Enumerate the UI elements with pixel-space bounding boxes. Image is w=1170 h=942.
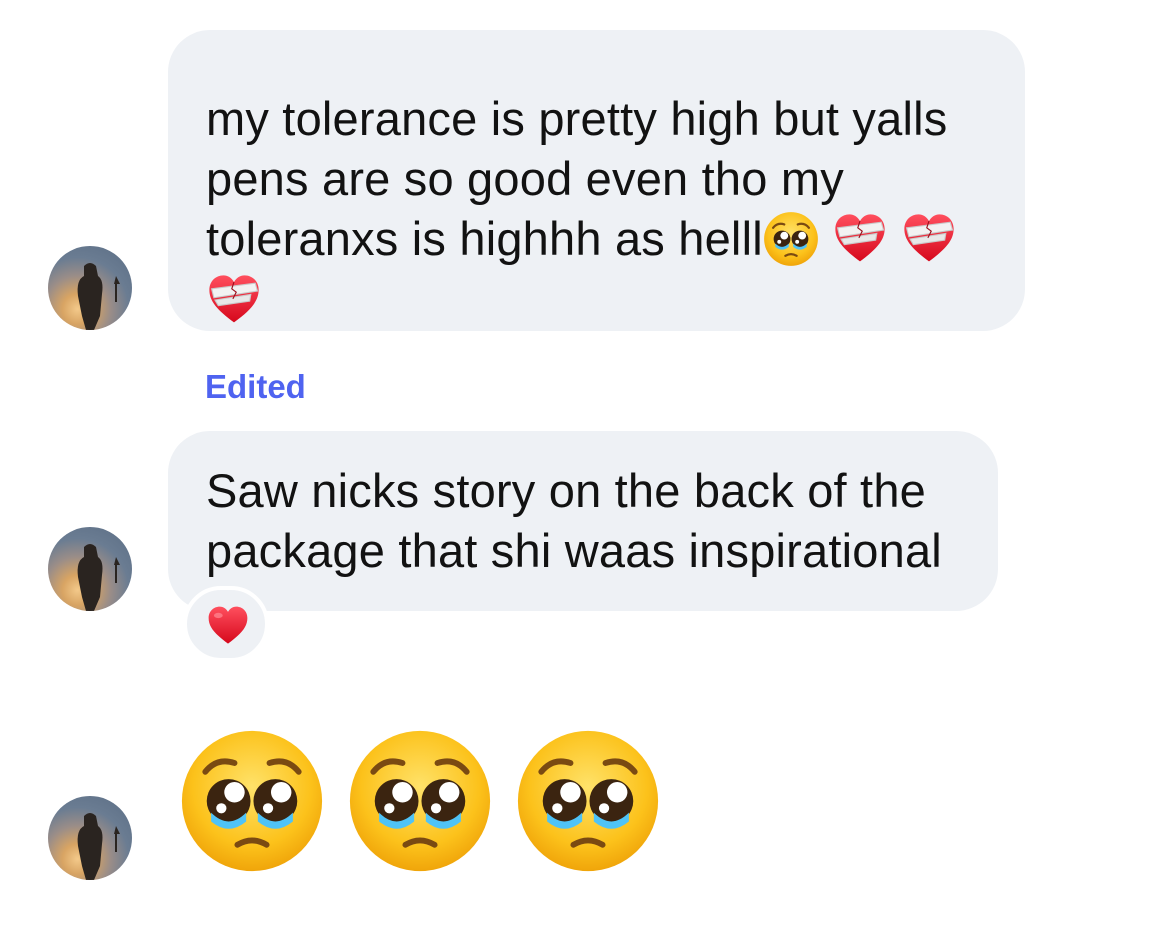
person-silhouette-icon [77, 263, 120, 330]
pleading-face-icon[interactable] [515, 728, 661, 874]
person-silhouette-icon [77, 813, 120, 880]
pleading-face-icon[interactable] [347, 728, 493, 874]
mending-heart-icon [832, 211, 888, 267]
red-heart-icon [206, 604, 250, 648]
message-line [206, 271, 987, 333]
message-line: my tolerance is pretty high but yalls [206, 92, 948, 145]
message-thread: my tolerance is pretty high but yalls pe… [0, 0, 1170, 942]
reaction-badge[interactable] [183, 586, 269, 662]
avatar[interactable] [48, 246, 132, 330]
person-silhouette-icon [77, 544, 120, 611]
mending-heart-icon [901, 211, 957, 267]
message-bubble[interactable]: my tolerance is pretty high but yalls pe… [168, 30, 1025, 331]
avatar[interactable] [48, 527, 132, 611]
message-line: pens are so good even tho my [206, 152, 844, 205]
avatar[interactable] [48, 796, 132, 880]
message-bubble[interactable]: Saw nicks story on the back of the packa… [168, 431, 998, 611]
pleading-face-icon[interactable] [179, 728, 325, 874]
message-line: Saw nicks story on the back of the [206, 464, 926, 517]
mending-heart-icon [206, 272, 262, 328]
edited-label: Edited [205, 368, 306, 405]
message-line: toleranxs is highhh as helll [206, 209, 987, 271]
message-line: package that shi waas inspirational [206, 524, 942, 577]
pleading-face-icon [763, 211, 819, 267]
